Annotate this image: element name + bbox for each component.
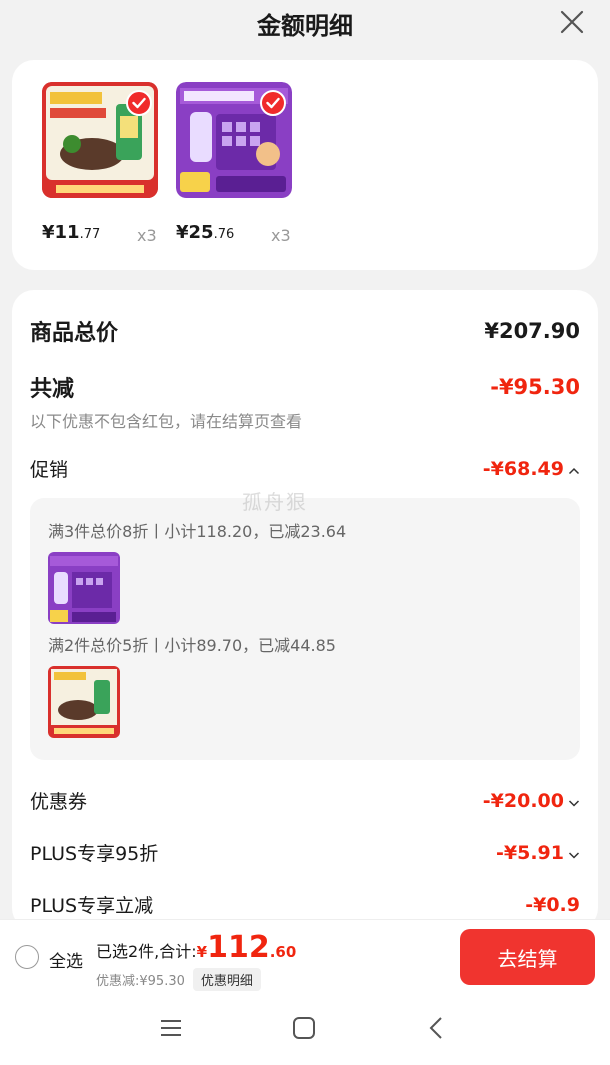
summary-card: 商品总价 ¥207.90 共减 -¥95.30 以下优惠不包含红包，请在结算页查…	[12, 290, 598, 930]
product-price: ¥25.76	[176, 222, 235, 243]
promo-thumb-laundry-beads[interactable]	[48, 552, 120, 624]
selected-text: 已选2件,合计:	[96, 942, 197, 961]
product-price: ¥11.77	[42, 222, 101, 243]
coupon-row[interactable]: 优惠券 -¥20.00	[30, 787, 580, 814]
total-reduce-value: -¥95.30	[490, 375, 580, 399]
total-currency: ¥	[196, 943, 208, 961]
promo-line: 满2件总价5折丨小计89.70，已减44.85	[48, 636, 336, 655]
chevron-down-icon	[568, 790, 580, 812]
total-amount-decimal: .60	[269, 943, 297, 961]
discount-line: 优惠减:¥95.30 优惠明细	[96, 968, 261, 991]
check-icon	[126, 90, 152, 116]
back-icon[interactable]	[424, 1015, 450, 1045]
plus-reduce-value: -¥0.9	[525, 893, 580, 916]
promo-row[interactable]: 促销 -¥68.49	[30, 455, 580, 482]
product-item[interactable]: ¥11.77 x3	[42, 82, 158, 245]
close-icon[interactable]	[558, 8, 586, 36]
total-amount-main: 112	[207, 930, 270, 965]
checkout-bar: 全选 已选2件,合计: ¥ 112 .60 优惠减:¥95.30 优惠明细 去结…	[0, 919, 610, 995]
discount-text: 优惠减:¥95.30	[96, 974, 185, 989]
watermark: 孤舟狠	[242, 490, 308, 514]
reduce-hint: 以下优惠不包含红包，请在结算页查看	[30, 412, 303, 431]
plus-reduce-row: PLUS专享立减 -¥0.9	[30, 891, 580, 918]
product-image-mixed-grains	[42, 82, 158, 198]
plus-reduce-label: PLUS专享立减	[30, 895, 154, 917]
promo-thumb-mixed-grains[interactable]	[48, 666, 120, 738]
total-price-label: 商品总价	[30, 321, 119, 346]
chevron-up-icon	[568, 458, 580, 480]
total-reduce-row: 共减 -¥95.30	[30, 371, 580, 403]
home-icon[interactable]	[291, 1015, 317, 1045]
page-title: 金额明细	[257, 12, 353, 40]
checkout-button[interactable]: 去结算	[460, 929, 595, 985]
promo-label: 促销	[30, 459, 69, 481]
check-icon	[260, 90, 286, 116]
promo-value: -¥68.49	[483, 458, 580, 480]
system-nav-bar	[0, 995, 610, 1065]
select-all-radio[interactable]	[15, 945, 39, 969]
product-qty: x3	[137, 226, 157, 245]
plus95-value: -¥5.91	[496, 842, 580, 864]
coupon-value: -¥20.00	[483, 790, 580, 812]
total-price-value: ¥207.90	[484, 319, 580, 343]
selected-total: 已选2件,合计: ¥ 112 .60	[96, 930, 296, 965]
select-all-label[interactable]: 全选	[49, 947, 83, 972]
product-item[interactable]: ¥25.76 x3	[176, 82, 292, 245]
total-price-row: 商品总价 ¥207.90	[30, 315, 580, 347]
plus95-row[interactable]: PLUS专享95折 -¥5.91	[30, 839, 580, 866]
coupon-label: 优惠券	[30, 791, 88, 813]
discount-detail-button[interactable]: 优惠明细	[192, 968, 261, 991]
product-qty: x3	[271, 226, 291, 245]
total-reduce-label: 共减	[30, 377, 75, 402]
product-card: ¥11.77 x3 ¥25.76 x3	[12, 60, 598, 270]
header: 金额明细	[0, 0, 610, 48]
plus95-label: PLUS专享95折	[30, 843, 159, 865]
product-image-laundry-beads	[176, 82, 292, 198]
menu-icon[interactable]	[158, 1015, 184, 1045]
promo-line: 满3件总价8折丨小计118.20，已减23.64	[48, 522, 347, 541]
chevron-down-icon	[568, 842, 580, 864]
promo-detail-box: 满3件总价8折丨小计118.20，已减23.64 满2件总价5折丨小计89.70…	[30, 498, 580, 760]
